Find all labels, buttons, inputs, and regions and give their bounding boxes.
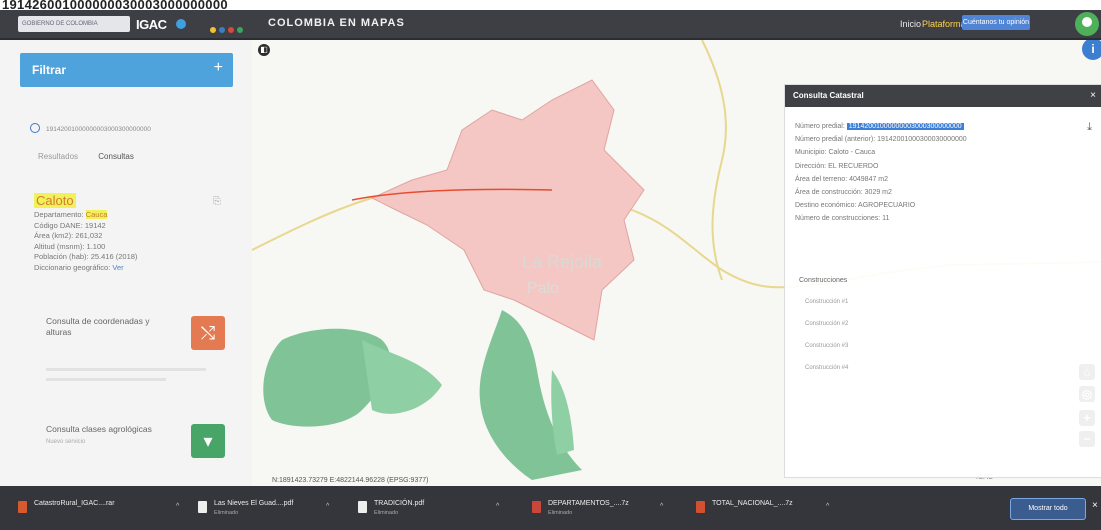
file-icon <box>532 501 541 513</box>
chevron-up-icon[interactable]: ^ <box>176 503 179 510</box>
divider <box>46 378 166 381</box>
popup-row: Área de construcción: 3029 m2 <box>795 189 892 197</box>
place-label: La Rejoila <box>522 252 603 272</box>
share-icon[interactable]: ⎘ <box>213 196 221 207</box>
municipality-row: Área (km2): 261,032 <box>34 231 103 240</box>
download-icon[interactable]: ⤓ <box>1087 121 1092 134</box>
parcel-polygon[interactable] <box>370 79 645 341</box>
download-name: CatastroRural_IGAC....rar <box>34 500 115 507</box>
municipality-row: Población (hab): 25.416 (2018) <box>34 252 138 261</box>
municipality-row: Diccionario geográfico: Ver <box>34 262 124 272</box>
popup-row: Área del terreno: 4049847 m2 <box>795 175 889 183</box>
download-name: DEPARTAMENTOS_....7z <box>548 500 629 507</box>
chevron-up-icon[interactable]: ^ <box>326 503 329 510</box>
forest-polygon <box>362 340 442 414</box>
download-name: TRADICIÓN.pdf <box>374 500 425 507</box>
tab-consultas[interactable]: Consultas <box>98 152 134 161</box>
dictionary-link[interactable]: Ver <box>112 263 123 272</box>
brand-dot <box>210 27 216 33</box>
igac-logo-text: IGAC <box>136 17 167 32</box>
download-status: Eliminado <box>548 510 573 516</box>
parcel-number-value[interactable]: 19142001000000003000300000000 <box>846 123 964 130</box>
crosshair-icon[interactable]: ⤭ <box>191 316 225 350</box>
plus-icon[interactable]: + <box>214 59 223 77</box>
constructions-heading: Construcciones <box>799 277 848 284</box>
file-icon <box>198 501 207 513</box>
brand-dot <box>219 27 225 33</box>
panel-tabs: Resultados Consultas <box>38 152 152 161</box>
popup-row: Número de construcciones: 11 <box>795 215 890 223</box>
construction-item[interactable]: Construcción #2 <box>805 321 848 327</box>
municipality-row: Altitud (msnm): 1.100 <box>34 241 106 251</box>
tool-coordinates[interactable]: Consulta de coordenadas y alturas ⤭ <box>46 316 231 350</box>
nav-link-inicio[interactable]: Inicio <box>900 19 921 29</box>
parcel-number-banner: 191426001000000030003000000000 <box>0 0 1101 10</box>
top-bar: GOBIERNO DE COLOMBIA IGAC COLOMBIA EN MA… <box>0 10 1101 40</box>
tab-resultados[interactable]: Resultados <box>38 152 78 161</box>
igac-logo[interactable]: IGAC <box>136 14 200 34</box>
search-input[interactable]: 19142001000000003000300000000 <box>30 123 230 138</box>
close-icon[interactable]: × <box>1092 500 1098 511</box>
popup-row: Número predial: 191420010000000030003000… <box>795 123 964 130</box>
forest-polygon <box>479 310 582 480</box>
construction-item[interactable]: Construcción #3 <box>805 343 848 349</box>
divider <box>46 368 206 371</box>
construction-item[interactable]: Construcción #1 <box>805 299 848 305</box>
construction-item[interactable]: Construcción #4 <box>805 365 848 371</box>
search-value: 19142001000000003000300000000 <box>46 126 151 133</box>
close-icon[interactable]: × <box>1090 90 1096 101</box>
municipality-row: Código DANE: 19142 <box>34 220 106 230</box>
search-icon <box>30 123 40 133</box>
brand-dot <box>237 27 243 33</box>
popup-rows: Número predial: 191420010000000030003000… <box>795 120 1085 226</box>
panel-toggle-button[interactable]: ◧ <box>258 44 270 56</box>
popup-title: Consulta Catastral <box>785 85 1101 107</box>
filter-button[interactable]: Filtrar + <box>20 53 233 87</box>
brand-dot <box>228 27 234 33</box>
popup-row: Municipio: Caloto - Cauca <box>795 149 876 157</box>
download-status: Eliminado <box>214 510 239 516</box>
globe-icon <box>176 19 186 29</box>
file-icon <box>358 501 367 513</box>
popup-row: Número predial (anterior): 1914200100030… <box>795 136 967 144</box>
place-label: Palo <box>527 280 560 297</box>
chevron-up-icon[interactable]: ^ <box>826 503 829 510</box>
government-logo: GOBIERNO DE COLOMBIA <box>18 16 130 32</box>
nav-link-plataforma[interactable]: Plataforma <box>922 19 966 29</box>
brand-dots <box>210 20 246 38</box>
info-icon[interactable]: i <box>1082 40 1101 60</box>
app-title: COLOMBIA EN MAPAS <box>268 17 405 29</box>
municipality-row: Departamento: Cauca <box>34 210 108 219</box>
left-panel: Filtrar + 19142001000000003000300000000 … <box>0 40 253 486</box>
coordinate-readout: N:1891423.73279 E:4822144.96228 (EPSG:93… <box>272 477 429 484</box>
popup-row: Destino económico: AGROPECUARIO <box>795 202 916 210</box>
popup-row: Dirección: EL RECUERDO <box>795 162 879 170</box>
filter-label: Filtrar <box>32 63 67 77</box>
municipality-name: Caloto <box>34 193 76 208</box>
feedback-button[interactable]: Cuéntanos tu opinión <box>962 15 1030 30</box>
download-status: Eliminado <box>374 510 399 516</box>
file-icon <box>696 501 705 513</box>
chevron-up-icon[interactable]: ^ <box>660 503 663 510</box>
municipality-card: Caloto ⎘ Departamento: Cauca Código DANE… <box>34 192 229 273</box>
file-icon <box>18 501 27 513</box>
tool-label: Consulta de coordenadas y alturas <box>46 316 150 337</box>
show-all-button[interactable]: Mostrar todo <box>1010 498 1086 520</box>
road-line <box>701 40 727 281</box>
user-avatar[interactable] <box>1075 12 1099 36</box>
download-name: Las Nieves El Guad....pdf <box>214 500 294 507</box>
download-name: TOTAL_NACIONAL_....7z <box>712 500 793 507</box>
downloads-bar: CatastroRural_IGAC....rar ^ Las Nieves E… <box>0 486 1101 530</box>
cadastral-query-popup: Consulta Catastral × ⤓ Número predial: 1… <box>784 84 1101 478</box>
tool-agrological-classes[interactable]: Consulta clases agrológicas Nuevo servic… <box>46 424 231 458</box>
tool-label: Consulta clases agrológicas <box>46 424 152 434</box>
leaf-icon[interactable]: ▾ <box>191 424 225 458</box>
chevron-up-icon[interactable]: ^ <box>496 503 499 510</box>
